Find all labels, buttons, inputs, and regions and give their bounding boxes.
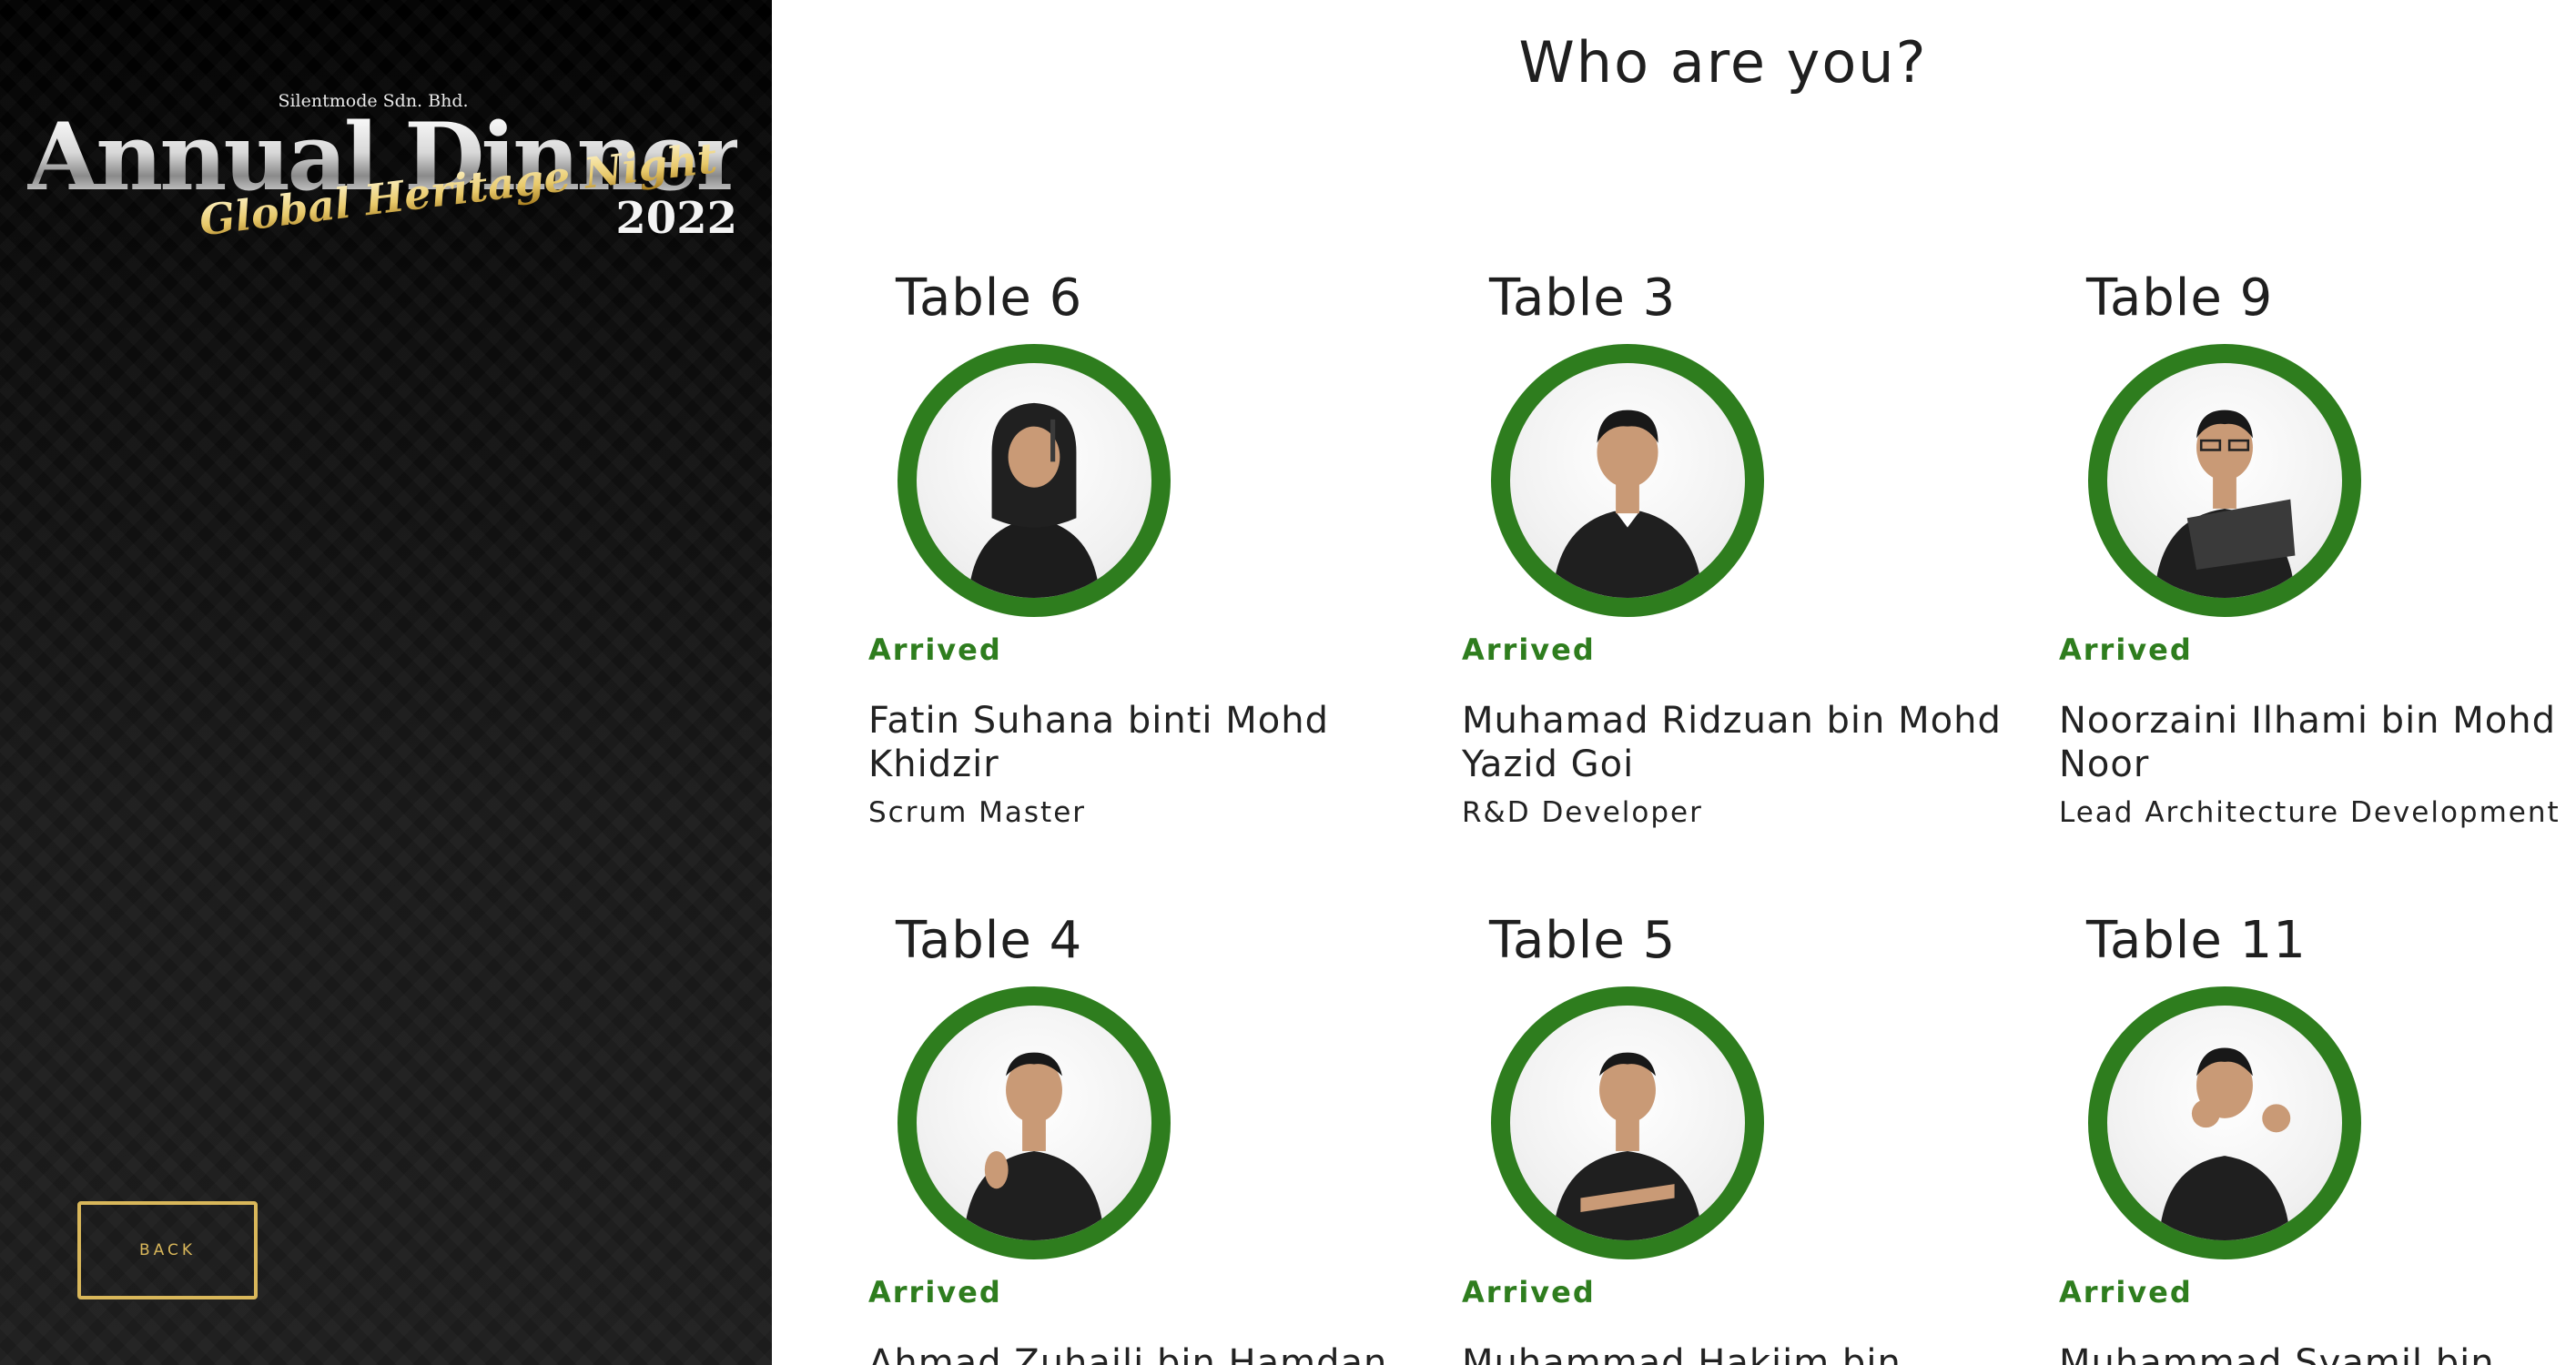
person-role: Lead Architecture Development (2059, 796, 2561, 829)
person-name: Muhammad Hakiim bin (1462, 1342, 1902, 1365)
sidebar: Silentmode Sdn. Bhd. Annual Dinner Globa… (0, 0, 772, 1365)
table-label: Table 3 (1489, 268, 1677, 328)
avatar (898, 986, 1171, 1259)
person-name: Ahmad Zuhaili bin Hamdan (868, 1342, 1388, 1365)
table-label: Table 5 (1489, 911, 1677, 970)
person-role: R&D Developer (1462, 796, 1703, 829)
person-photo-icon (963, 1052, 1105, 1240)
person-name: Noorzaini Ilhami bin Mohd Noor (2059, 700, 2556, 785)
status-arrived: Arrived (2059, 1275, 2193, 1309)
person-photo-icon (1552, 1052, 1703, 1240)
avatar (2088, 344, 2361, 617)
main-panel: Who are you? Table 6 Arrived Fatin Suhan… (772, 0, 2576, 1365)
person-photo-icon (2158, 1047, 2291, 1240)
status-arrived: Arrived (1462, 1275, 1596, 1309)
avatar (1491, 344, 1764, 617)
avatar (2088, 986, 2361, 1259)
person-name: Fatin Suhana binti Mohd Khidzir (868, 700, 1329, 785)
table-label: Table 4 (896, 911, 1083, 970)
page-title: Who are you? (1518, 29, 1928, 96)
person-photo-icon (1552, 410, 1703, 598)
avatar (1491, 986, 1764, 1259)
status-arrived: Arrived (2059, 632, 2193, 667)
status-arrived: Arrived (868, 632, 1002, 667)
status-arrived: Arrived (868, 1275, 1002, 1309)
avatar (898, 344, 1171, 617)
event-logo: Silentmode Sdn. Bhd. Annual Dinner Globa… (27, 87, 745, 269)
logo-year: 2022 (615, 193, 737, 244)
person-photo-icon (968, 402, 1100, 598)
table-label: Table 9 (2086, 268, 2274, 328)
table-label: Table 11 (2086, 911, 2307, 970)
status-arrived: Arrived (1462, 632, 1596, 667)
back-button[interactable]: BACK (77, 1201, 258, 1299)
table-label: Table 6 (896, 268, 1083, 328)
person-name: Muhamad Ridzuan bin Mohd Yazid Goi (1462, 700, 2002, 785)
person-photo-icon (2154, 410, 2296, 598)
person-role: Scrum Master (868, 796, 1087, 829)
person-name: Muhammad Syamil bin (2059, 1342, 2495, 1365)
